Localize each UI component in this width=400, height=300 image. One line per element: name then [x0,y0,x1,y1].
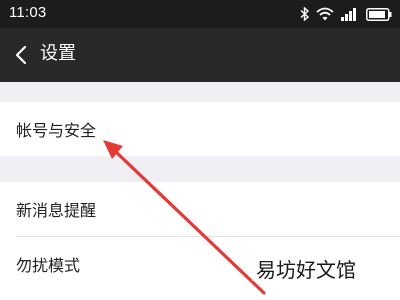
app-bar: 设置 [0,28,400,82]
settings-item-label: 新消息提醒 [16,201,97,220]
settings-section-account: 帐号与安全 [0,102,400,156]
status-time: 11:03 [9,4,47,21]
bluetooth-icon [300,7,309,21]
watermark-text: 易坊好文馆 [256,257,356,282]
chevron-left-icon [15,45,27,65]
wifi-icon [316,7,334,21]
battery-icon [366,7,392,21]
settings-item-account-security[interactable]: 帐号与安全 [0,102,400,156]
settings-item-label: 帐号与安全 [16,121,97,140]
watermark: 易坊好文馆 [252,255,360,282]
signal-icon [341,8,356,21]
page-title: 设置 [40,43,76,64]
back-button[interactable] [4,37,38,73]
settings-item-new-message-alert[interactable]: 新消息提醒 [0,182,400,236]
status-icons [293,5,392,23]
status-bar: 11:03 [0,0,400,28]
settings-item-label: 勿扰模式 [16,256,81,275]
